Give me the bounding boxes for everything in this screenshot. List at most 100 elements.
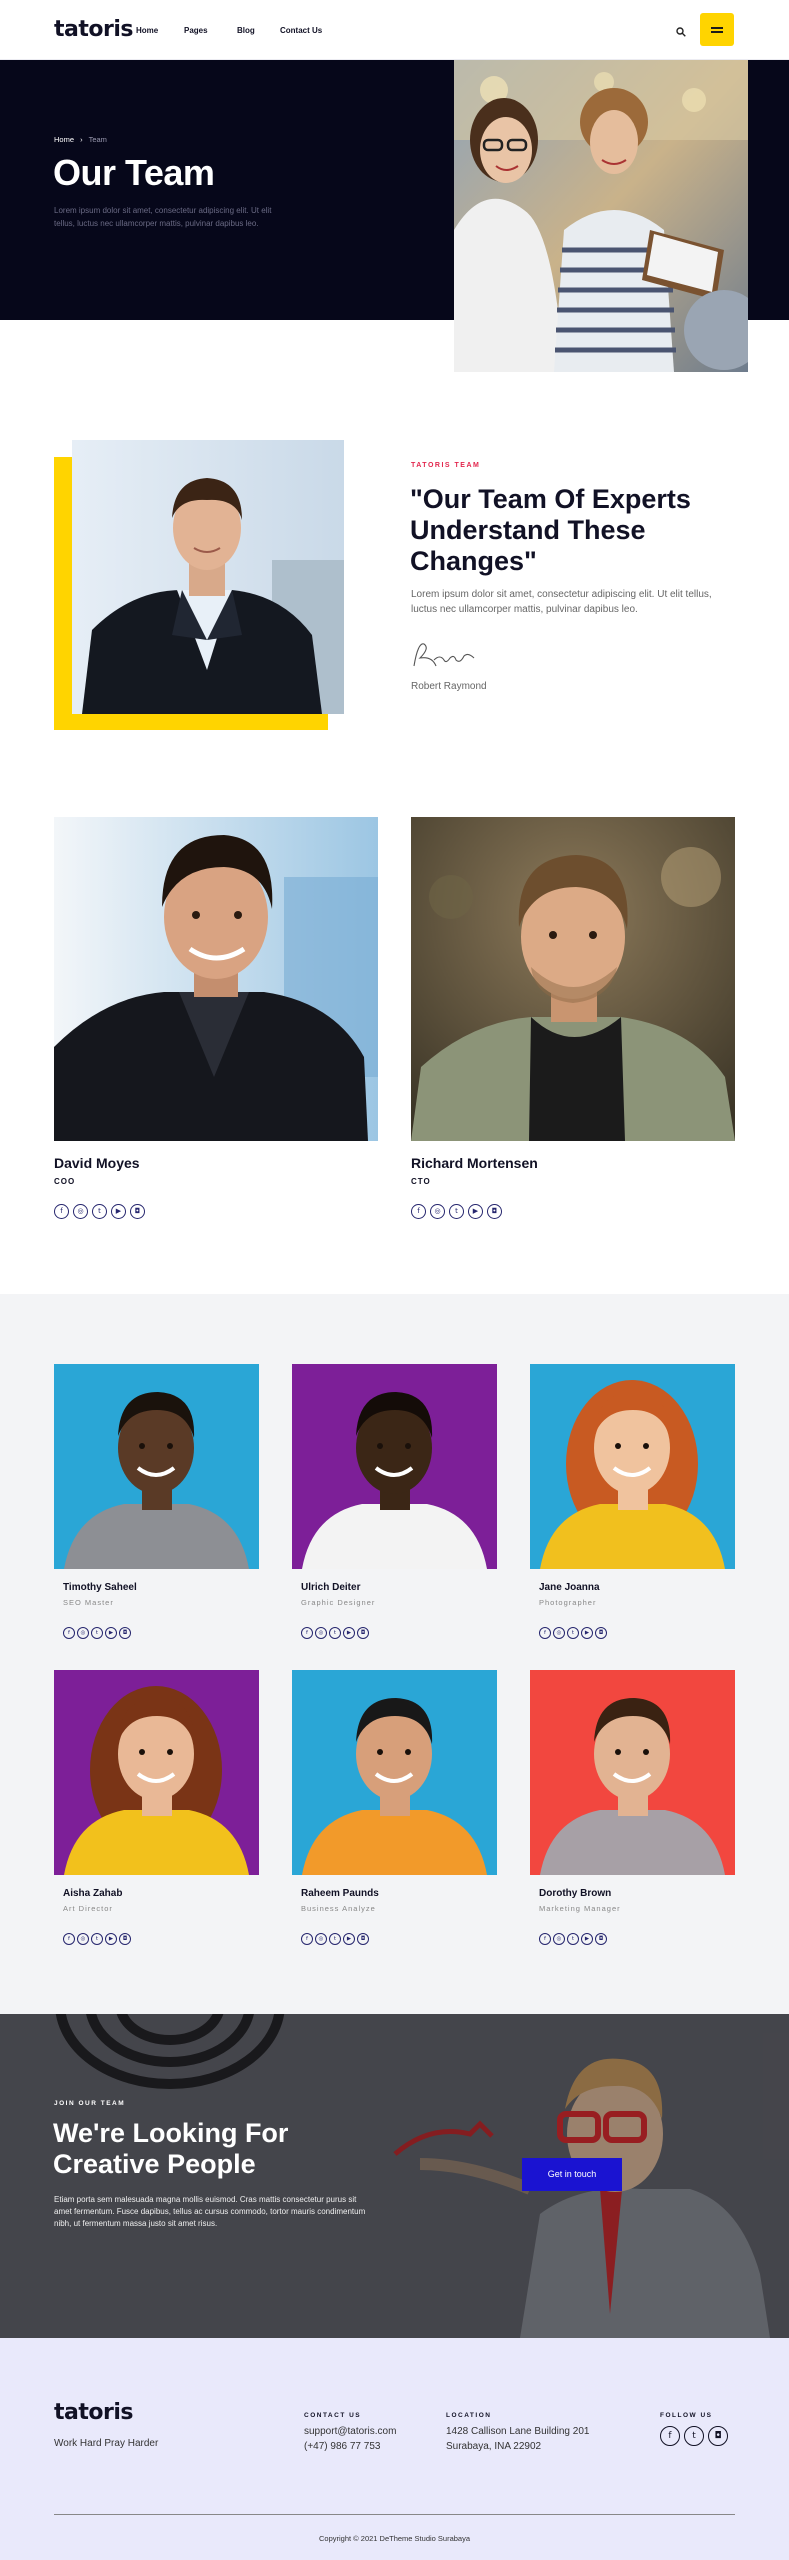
team-member-photo: [292, 1364, 497, 1569]
footer-address-line2: Surabaya, INA 22902: [446, 2441, 542, 2452]
footer-tagline: Work Hard Pray Harder: [54, 2438, 159, 2449]
instagram-icon[interactable]: ◘: [487, 1204, 502, 1219]
team-member-social-links: f ◎ t ▶ ◘: [301, 1621, 371, 1639]
youtube-icon[interactable]: ▶: [343, 1627, 355, 1639]
twitter-icon[interactable]: t: [449, 1204, 464, 1219]
team-member-social-links: f ◎ t ▶ ◘: [63, 1621, 133, 1639]
instagram-icon[interactable]: ◘: [595, 1933, 607, 1945]
youtube-icon[interactable]: ▶: [343, 1933, 355, 1945]
menu-button[interactable]: [700, 13, 734, 46]
about-eyebrow: TATORIS TEAM: [411, 462, 481, 469]
team-member-role: Business Analyze: [301, 1904, 376, 1913]
dribbble-icon[interactable]: ◎: [553, 1627, 565, 1639]
dribbble-icon[interactable]: ◎: [77, 1933, 89, 1945]
nav-blog[interactable]: Blog: [237, 26, 255, 35]
team-member-social-links: f ◎ t ▶ ◘: [301, 1927, 371, 1945]
team-member-role: Marketing Manager: [539, 1904, 621, 1913]
youtube-icon[interactable]: ▶: [105, 1627, 117, 1639]
breadcrumb: Home › Team: [54, 135, 107, 144]
contact-heading: CONTACT US: [304, 2412, 362, 2419]
twitter-icon[interactable]: t: [684, 2426, 704, 2446]
dribbble-icon[interactable]: ◎: [77, 1627, 89, 1639]
team-member-social-links: f ◎ t ▶ ◘: [63, 1927, 133, 1945]
footer-social-links: f t ◘: [660, 2425, 732, 2446]
leader-photo-richard-mortensen: [411, 817, 735, 1141]
footer-divider: [54, 2514, 735, 2515]
team-member-social-links: f ◎ t ▶ ◘: [539, 1621, 609, 1639]
twitter-icon[interactable]: t: [92, 1204, 107, 1219]
footer-phone: (+47) 986 77 753: [304, 2441, 381, 2452]
logo[interactable]: tatoris: [54, 17, 133, 42]
search-icon[interactable]: [676, 24, 686, 37]
team-member-photo: [292, 1670, 497, 1875]
team-member-photo: [530, 1364, 735, 1569]
dribbble-icon[interactable]: ◎: [430, 1204, 445, 1219]
team-member-role: Graphic Designer: [301, 1598, 376, 1607]
youtube-icon[interactable]: ▶: [581, 1933, 593, 1945]
instagram-icon[interactable]: ◘: [119, 1933, 131, 1945]
leader-social-links: f ◎ t ▶ ◘: [411, 1200, 506, 1219]
leader-name: Richard Mortensen: [411, 1155, 538, 1171]
team-member-role: SEO Master: [63, 1598, 114, 1607]
twitter-icon[interactable]: t: [91, 1933, 103, 1945]
team-member-name: Aisha Zahab: [63, 1888, 123, 1899]
footer-email[interactable]: support@tatoris.com: [304, 2426, 396, 2437]
youtube-icon[interactable]: ▶: [468, 1204, 483, 1219]
facebook-icon[interactable]: f: [63, 1627, 75, 1639]
facebook-icon[interactable]: f: [301, 1627, 313, 1639]
join-section: JOIN OUR TEAM We're Looking For Creative…: [0, 2014, 789, 2338]
twitter-icon[interactable]: t: [91, 1627, 103, 1639]
instagram-icon[interactable]: ◘: [595, 1627, 607, 1639]
breadcrumb-home[interactable]: Home: [54, 135, 74, 144]
facebook-icon[interactable]: f: [660, 2426, 680, 2446]
facebook-icon[interactable]: f: [301, 1933, 313, 1945]
dribbble-icon[interactable]: ◎: [553, 1933, 565, 1945]
leader-photo-david-moyes: [54, 817, 378, 1141]
twitter-icon[interactable]: t: [329, 1933, 341, 1945]
team-member-photo: [54, 1364, 259, 1569]
footer-logo[interactable]: tatoris: [54, 2400, 133, 2425]
facebook-icon[interactable]: f: [54, 1204, 69, 1219]
facebook-icon[interactable]: f: [539, 1933, 551, 1945]
instagram-icon[interactable]: ◘: [130, 1204, 145, 1219]
copyright: Copyright © 2021 DeTheme Studio Surabaya: [318, 2534, 471, 2543]
team-member-social-links: f ◎ t ▶ ◘: [539, 1927, 609, 1945]
twitter-icon[interactable]: t: [329, 1627, 341, 1639]
about-portrait-photo: [72, 440, 344, 714]
youtube-icon[interactable]: ▶: [581, 1627, 593, 1639]
about-quote: "Our Team Of Experts Understand These Ch…: [410, 484, 691, 576]
nav-home[interactable]: Home: [136, 26, 158, 35]
twitter-icon[interactable]: t: [567, 1627, 579, 1639]
dribbble-icon[interactable]: ◎: [315, 1627, 327, 1639]
join-text: Etiam porta sem malesuada magna mollis e…: [54, 2195, 366, 2228]
dribbble-icon[interactable]: ◎: [73, 1204, 88, 1219]
team-member-name: Raheem Paunds: [301, 1888, 379, 1899]
nav-contact-us[interactable]: Contact Us: [280, 26, 322, 35]
team-member-name: Timothy Saheel: [63, 1582, 137, 1593]
nav-pages[interactable]: Pages: [184, 26, 208, 35]
leader-role: CTO: [411, 1177, 431, 1186]
facebook-icon[interactable]: f: [539, 1627, 551, 1639]
team-member-role: Art Director: [63, 1904, 113, 1913]
about-author: Robert Raymond: [411, 681, 487, 692]
follow-heading: FOLLOW US: [660, 2412, 713, 2419]
facebook-icon[interactable]: f: [411, 1204, 426, 1219]
about-text: Lorem ipsum dolor sit amet, consectetur …: [411, 589, 712, 615]
twitter-icon[interactable]: t: [567, 1933, 579, 1945]
leader-name: David Moyes: [54, 1155, 140, 1171]
instagram-icon[interactable]: ◘: [708, 2426, 728, 2446]
facebook-icon[interactable]: f: [63, 1933, 75, 1945]
youtube-icon[interactable]: ▶: [111, 1204, 126, 1219]
instagram-icon[interactable]: ◘: [357, 1627, 369, 1639]
instagram-icon[interactable]: ◘: [119, 1627, 131, 1639]
team-member-name: Dorothy Brown: [539, 1888, 612, 1899]
hero-text: Lorem ipsum dolor sit amet, consectetur …: [54, 206, 272, 228]
youtube-icon[interactable]: ▶: [105, 1933, 117, 1945]
dribbble-icon[interactable]: ◎: [315, 1933, 327, 1945]
get-in-touch-button[interactable]: Get in touch: [522, 2158, 622, 2191]
instagram-icon[interactable]: ◘: [357, 1933, 369, 1945]
site-header: tatoris Home Pages Blog Contact Us: [0, 0, 789, 60]
team-member-name: Jane Joanna: [539, 1582, 600, 1593]
page-title: Our Team: [53, 152, 215, 193]
leader-social-links: f ◎ t ▶ ◘: [54, 1200, 149, 1219]
